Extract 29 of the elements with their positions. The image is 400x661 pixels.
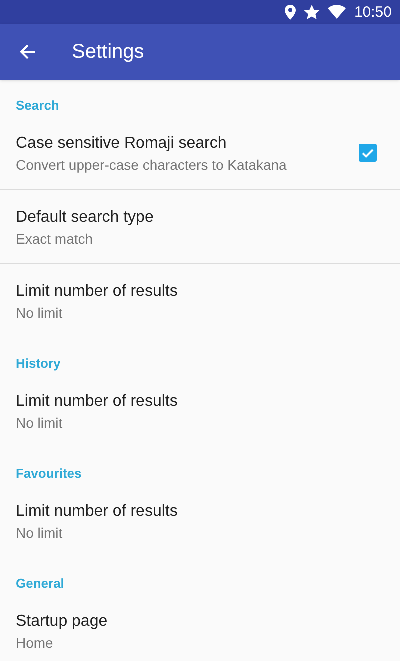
section-header: Search: [16, 99, 60, 113]
wifi-icon: [328, 5, 346, 19]
item-summary: No limit: [16, 414, 64, 433]
settings-item[interactable]: Limit number of results No limit: [0, 264, 400, 338]
item-summary: Exact match: [16, 230, 94, 249]
item-title: Limit number of results: [16, 502, 179, 522]
back-arrow-icon: [20, 44, 36, 60]
location-pin-icon: [285, 4, 296, 20]
toolbar-title: Settings: [72, 40, 144, 65]
section-header: History: [16, 357, 62, 371]
item-title: Case sensitive Romaji search: [16, 134, 228, 154]
item-summary: Home: [16, 634, 54, 653]
settings-item[interactable]: Limit number of results No limit: [0, 484, 400, 558]
item-title: Limit number of results: [16, 282, 179, 302]
checkbox[interactable]: [359, 144, 377, 162]
settings-item[interactable]: Case sensitive Romaji search Convert upper-case characters to Katakana: [0, 116, 400, 190]
section-header: Favourites: [16, 467, 83, 481]
settings-item[interactable]: Startup page Home: [0, 594, 400, 661]
item-summary: No limit: [16, 304, 64, 323]
item-title: Default search type: [16, 208, 155, 228]
item-summary: No limit: [16, 524, 64, 543]
settings-item[interactable]: Limit number of results No limit: [0, 374, 400, 448]
star-icon: [304, 4, 320, 20]
status-time: 10:50: [354, 4, 392, 20]
item-title: Limit number of results: [16, 392, 179, 412]
settings-item[interactable]: Default search type Exact match: [0, 190, 400, 264]
section-header: General: [16, 577, 66, 591]
item-title: Startup page: [16, 612, 109, 632]
item-summary: Convert upper-case characters to Katakana: [16, 156, 288, 175]
